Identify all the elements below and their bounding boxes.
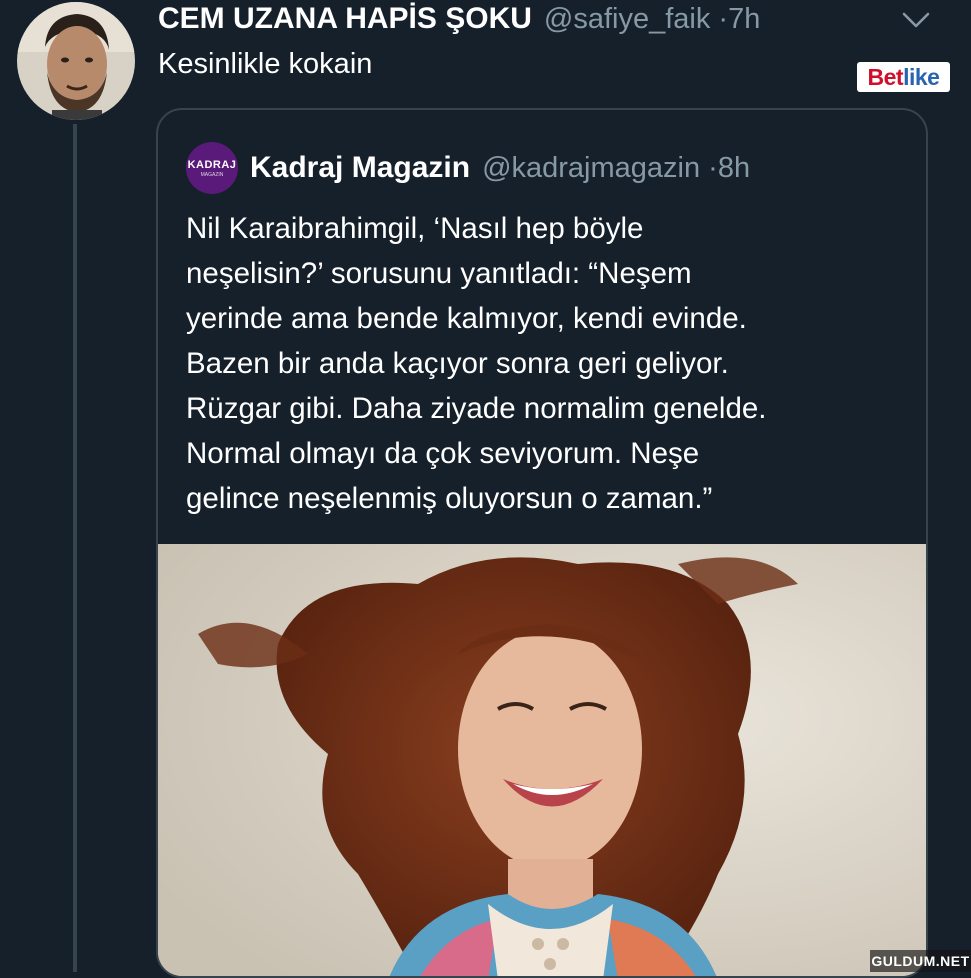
quoted-text-line: neşelisin?’ sorusunu yanıtladı: “Neşem	[186, 257, 692, 290]
quoted-author-handle[interactable]: @kadrajmagazin	[482, 152, 700, 184]
attached-photo[interactable]	[158, 544, 926, 976]
quoted-tweet-header: KADRAJ MAGAZIN Kadraj Magazin @kadrajmag…	[186, 142, 750, 194]
author-avatar[interactable]	[17, 2, 135, 120]
tweet-header: CEM UZANA HAPİS ŞOKU @safiye_faik ·7h	[158, 2, 760, 42]
quoted-text-line: gelince neşelenmiş oluyorsun o zaman.”	[186, 482, 713, 515]
guldum-watermark: GULDUM.NET	[870, 950, 971, 972]
woman-portrait-icon	[158, 544, 926, 976]
chevron-down-icon[interactable]	[900, 8, 932, 32]
quoted-meta-separator: ·	[708, 151, 718, 184]
quoted-text-line: Normal olmayı da çok seviyorum. Neşe	[186, 437, 700, 470]
quoted-avatar-text: KADRAJ	[187, 158, 237, 171]
author-name[interactable]: CEM UZANA HAPİS ŞOKU	[158, 2, 532, 36]
quoted-tweet-time[interactable]: 8h	[718, 152, 750, 184]
betlike-logo: Bet like	[857, 62, 950, 92]
quoted-author-meta: @kadrajmagazin ·8h	[482, 152, 750, 185]
thread-connector	[73, 124, 77, 972]
meta-separator: ·	[718, 3, 729, 35]
quoted-avatar-subtext: MAGAZIN	[200, 171, 224, 178]
quoted-text-line: yerinde ama bende kalmıyor, kendi evinde…	[186, 302, 747, 335]
quoted-author-name[interactable]: Kadraj Magazin	[250, 151, 470, 185]
tweet-time[interactable]: 7h	[728, 3, 760, 35]
profile-photo-icon	[17, 2, 135, 120]
quoted-tweet-text: Nil Karaibrahimgil, ‘Nasıl hep böyle neş…	[186, 206, 916, 521]
author-meta: @safiye_faik ·7h	[544, 3, 760, 36]
author-handle[interactable]: @safiye_faik	[544, 3, 710, 35]
quoted-author-avatar[interactable]: KADRAJ MAGAZIN	[186, 142, 238, 194]
tweet-text: Kesinlikle kokain	[158, 48, 373, 80]
quoted-tweet-card[interactable]: KADRAJ MAGAZIN Kadraj Magazin @kadrajmag…	[156, 108, 928, 978]
quoted-text-line: Bazen bir anda kaçıyor sonra geri geliyo…	[186, 347, 729, 380]
quoted-text-line: Nil Karaibrahimgil, ‘Nasıl hep böyle	[186, 212, 644, 245]
quoted-text-line: Rüzgar gibi. Daha ziyade normalim geneld…	[186, 392, 767, 425]
